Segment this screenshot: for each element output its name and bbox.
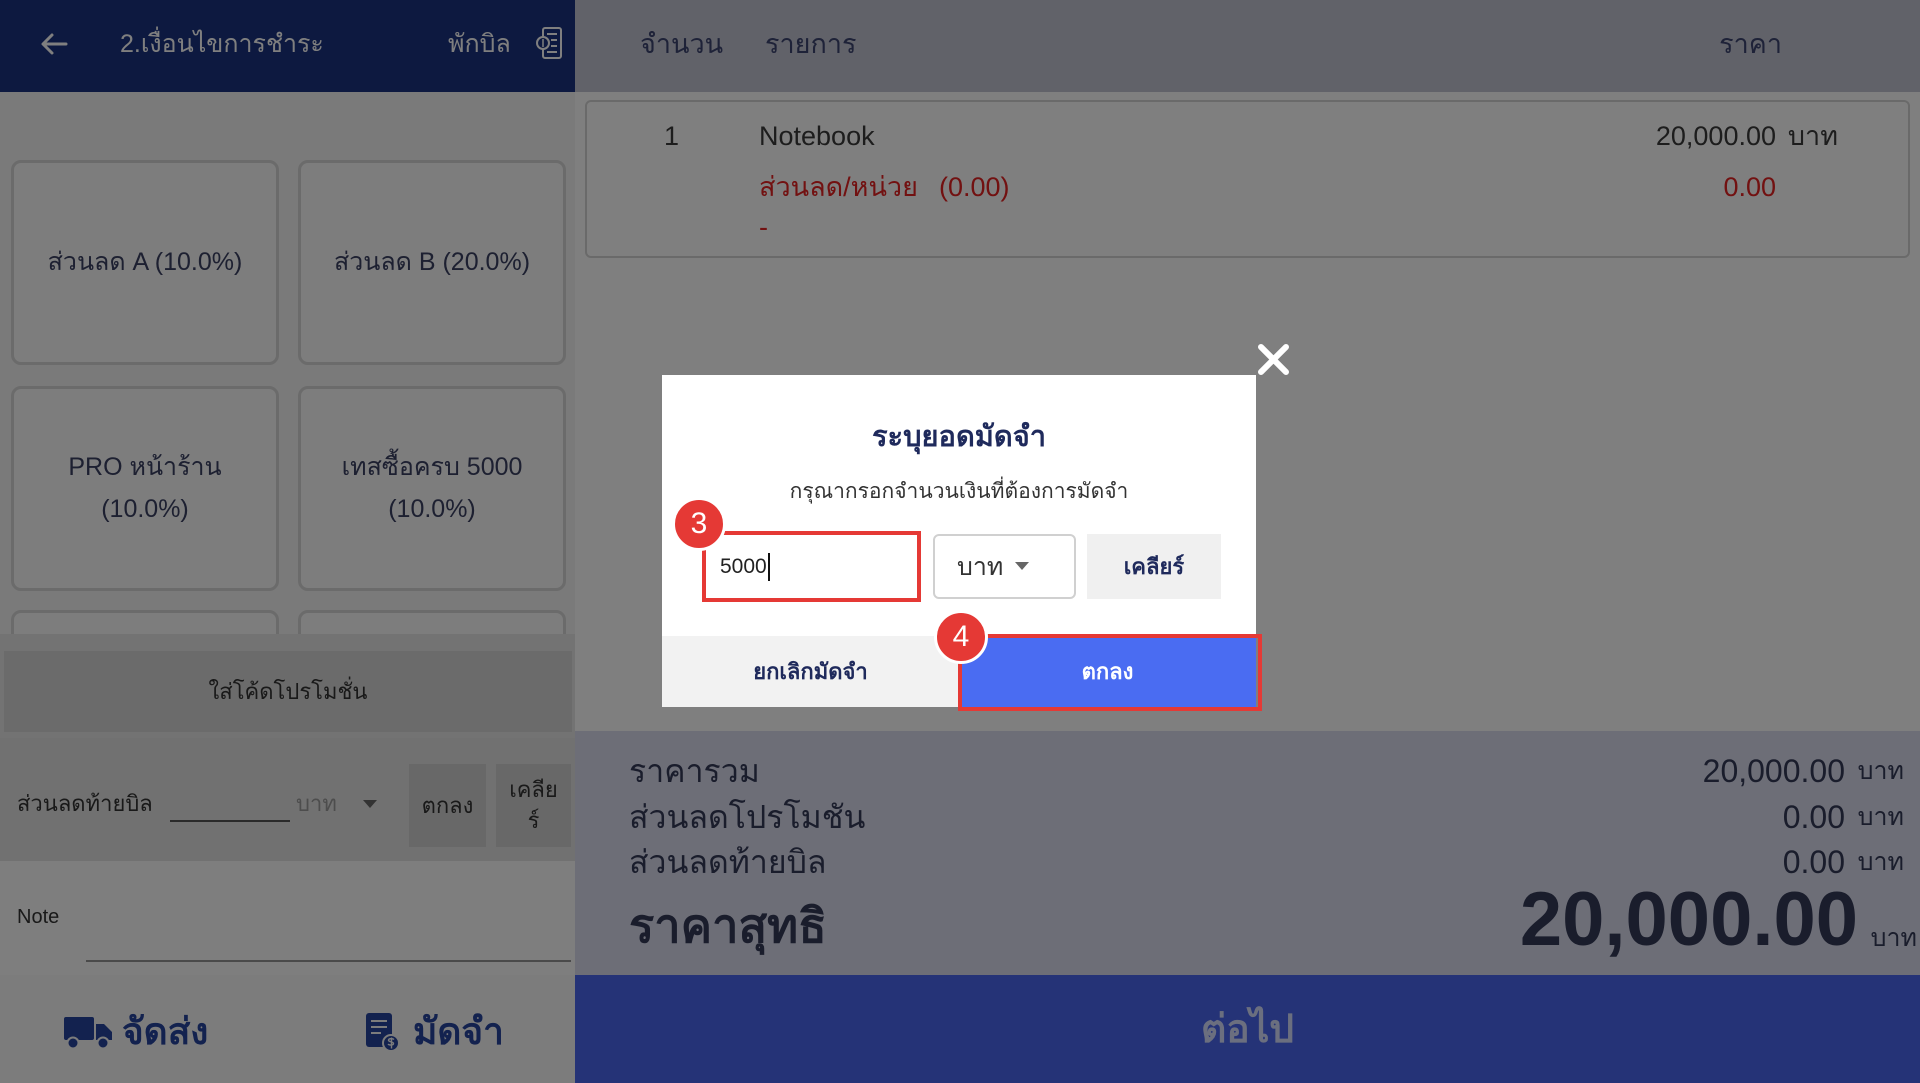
pos-payment-conditions-screen: 2.เงื่อนไขการชำระ พักบิล ส่วนลด A (10.0%… xyxy=(0,0,1920,1083)
deposit-amount-value: 5000 xyxy=(720,554,767,578)
modal-subtitle: กรุณากรอกจำนวนเงินที่ต้องการมัดจำ xyxy=(789,479,1129,503)
text-caret xyxy=(767,552,770,581)
step-marker-3: 3 xyxy=(672,497,726,551)
deposit-amount-input[interactable]: 5000 xyxy=(702,531,921,602)
cancel-deposit-button[interactable]: ยกเลิกมัดจำ xyxy=(662,636,959,707)
step-marker-4: 4 xyxy=(934,610,988,664)
close-icon[interactable] xyxy=(1255,341,1292,378)
deposit-unit-selected: บาท xyxy=(957,552,1004,581)
clear-button[interactable]: เคลียร์ xyxy=(1087,534,1221,599)
deposit-unit-select[interactable]: บาท xyxy=(933,534,1076,599)
chevron-down-icon xyxy=(1015,562,1029,570)
highlight-box xyxy=(958,634,1262,711)
modal-title: ระบุยอดมัดจำ xyxy=(871,420,1047,453)
